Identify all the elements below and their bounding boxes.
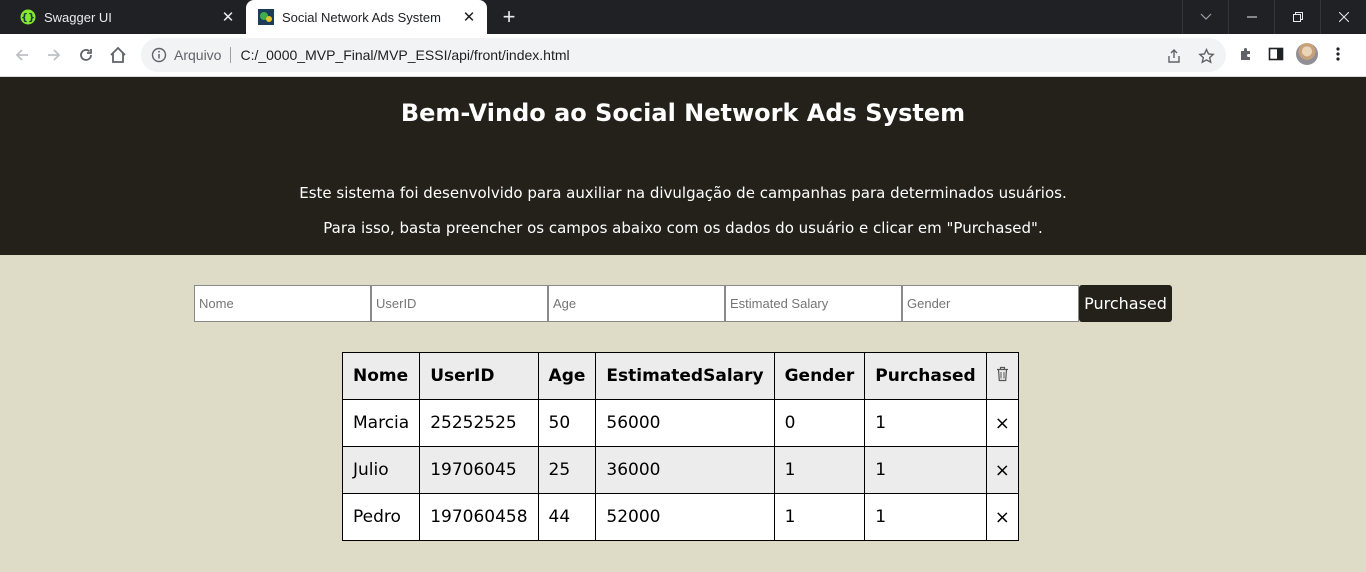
col-gender-header: Gender xyxy=(773,352,866,400)
gender-input[interactable] xyxy=(902,285,1079,322)
chevron-down-icon xyxy=(1200,13,1211,20)
divider xyxy=(230,47,232,63)
restore-icon xyxy=(1292,12,1303,22)
tab-strip: {} Swagger UI ✕ Social Network Ads Syste… xyxy=(0,0,1366,34)
side-panel-icon[interactable] xyxy=(1266,44,1286,64)
userid-input[interactable] xyxy=(371,285,548,322)
avatar[interactable] xyxy=(1296,43,1318,65)
reload-button[interactable] xyxy=(74,43,98,67)
home-icon xyxy=(110,46,126,63)
tab-title: Social Network Ads System xyxy=(282,9,441,25)
restore-button[interactable] xyxy=(1274,0,1320,34)
salary-input[interactable] xyxy=(725,285,902,322)
home-button[interactable] xyxy=(106,43,130,67)
share-icon[interactable] xyxy=(1164,46,1184,66)
window-controls xyxy=(1182,0,1366,34)
page-title: Bem-Vindo ao Social Network Ads System xyxy=(400,99,966,127)
cell-nome: Julio xyxy=(341,446,421,494)
close-icon[interactable]: ✕ xyxy=(220,9,236,25)
col-purchased-header: Purchased xyxy=(864,352,987,400)
cell-purchased: 1 xyxy=(864,493,987,541)
col-age-header: Age xyxy=(537,352,597,400)
page-content: Bem-Vindo ao Social Network Ads System E… xyxy=(0,77,1366,572)
tab-swagger-ui[interactable]: {} Swagger UI ✕ xyxy=(8,0,246,34)
browser-toolbar: Arquivo C:/_0000_MVP_Final/MVP_ESSI/api/… xyxy=(0,34,1366,77)
toolbar-right xyxy=(1236,43,1348,65)
table-row: Marcia 25252525 50 56000 0 1 × xyxy=(341,399,1019,447)
table-header-row: Nome UserID Age EstimatedSalary Gender P… xyxy=(341,352,1019,400)
close-window-button[interactable] xyxy=(1320,0,1366,34)
purchased-button[interactable]: Purchased xyxy=(1079,285,1172,322)
minimize-icon xyxy=(1246,16,1257,18)
site-icon xyxy=(258,9,274,25)
cell-nome: Marcia xyxy=(341,399,421,447)
close-icon xyxy=(1338,12,1349,22)
url-text[interactable]: C:/_0000_MVP_Final/MVP_ESSI/api/front/in… xyxy=(240,47,569,63)
delete-row-button[interactable]: × xyxy=(985,446,1019,494)
cell-gender: 0 xyxy=(773,399,866,447)
tab-social-network-ads[interactable]: Social Network Ads System ✕ xyxy=(246,0,487,34)
tab-search-button[interactable] xyxy=(1182,0,1228,34)
swagger-icon: {} xyxy=(20,9,36,25)
cell-gender: 1 xyxy=(773,446,866,494)
new-tab-button[interactable]: + xyxy=(498,6,520,28)
col-nome-header: Nome xyxy=(341,352,421,400)
cell-age: 44 xyxy=(537,493,597,541)
cell-purchased: 1 xyxy=(864,446,987,494)
cell-salary: 52000 xyxy=(595,493,775,541)
cell-age: 50 xyxy=(537,399,597,447)
extensions-icon[interactable] xyxy=(1236,44,1256,64)
table-row: Pedro 197060458 44 52000 1 1 × xyxy=(341,493,1019,541)
cell-userid: 197060458 xyxy=(419,493,539,541)
col-salary-header: EstimatedSalary xyxy=(595,352,775,400)
table-row: Julio 19706045 25 36000 1 1 × xyxy=(341,446,1019,494)
cell-purchased: 1 xyxy=(864,399,987,447)
cell-age: 25 xyxy=(537,446,597,494)
omnibox-actions xyxy=(1164,46,1216,66)
nome-input[interactable] xyxy=(194,285,371,322)
user-form: Purchased xyxy=(194,285,1172,322)
kebab-menu-icon[interactable] xyxy=(1328,44,1348,64)
scheme-label: Arquivo xyxy=(174,47,222,63)
intro-text: Este sistema foi desenvolvido para auxil… xyxy=(299,184,1067,202)
trash-icon xyxy=(996,366,1008,381)
col-delete-header xyxy=(985,352,1019,400)
cell-userid: 19706045 xyxy=(419,446,539,494)
cell-userid: 25252525 xyxy=(419,399,539,447)
tab-title: Swagger UI xyxy=(44,9,112,25)
reload-icon xyxy=(80,49,92,61)
arrow-left-icon xyxy=(15,49,28,61)
address-bar[interactable]: Arquivo C:/_0000_MVP_Final/MVP_ESSI/api/… xyxy=(141,38,1226,72)
cell-nome: Pedro xyxy=(341,493,421,541)
star-icon[interactable] xyxy=(1196,46,1216,66)
delete-row-button[interactable]: × xyxy=(985,493,1019,541)
info-icon[interactable] xyxy=(151,47,167,63)
forward-button[interactable] xyxy=(42,43,66,67)
minimize-button[interactable] xyxy=(1228,0,1274,34)
arrow-right-icon xyxy=(48,49,61,61)
svg-text:{}: {} xyxy=(21,13,35,24)
page-header: Bem-Vindo ao Social Network Ads System E… xyxy=(0,77,1366,255)
age-input[interactable] xyxy=(548,285,725,322)
col-userid-header: UserID xyxy=(419,352,539,400)
back-button[interactable] xyxy=(10,43,34,67)
instruction-text: Para isso, basta preencher os campos aba… xyxy=(323,219,1043,237)
cell-salary: 56000 xyxy=(595,399,775,447)
close-icon[interactable]: ✕ xyxy=(461,9,477,25)
users-table: Nome UserID Age EstimatedSalary Gender P… xyxy=(341,352,1019,541)
cell-salary: 36000 xyxy=(595,446,775,494)
delete-row-button[interactable]: × xyxy=(985,399,1019,447)
cell-gender: 1 xyxy=(773,493,866,541)
